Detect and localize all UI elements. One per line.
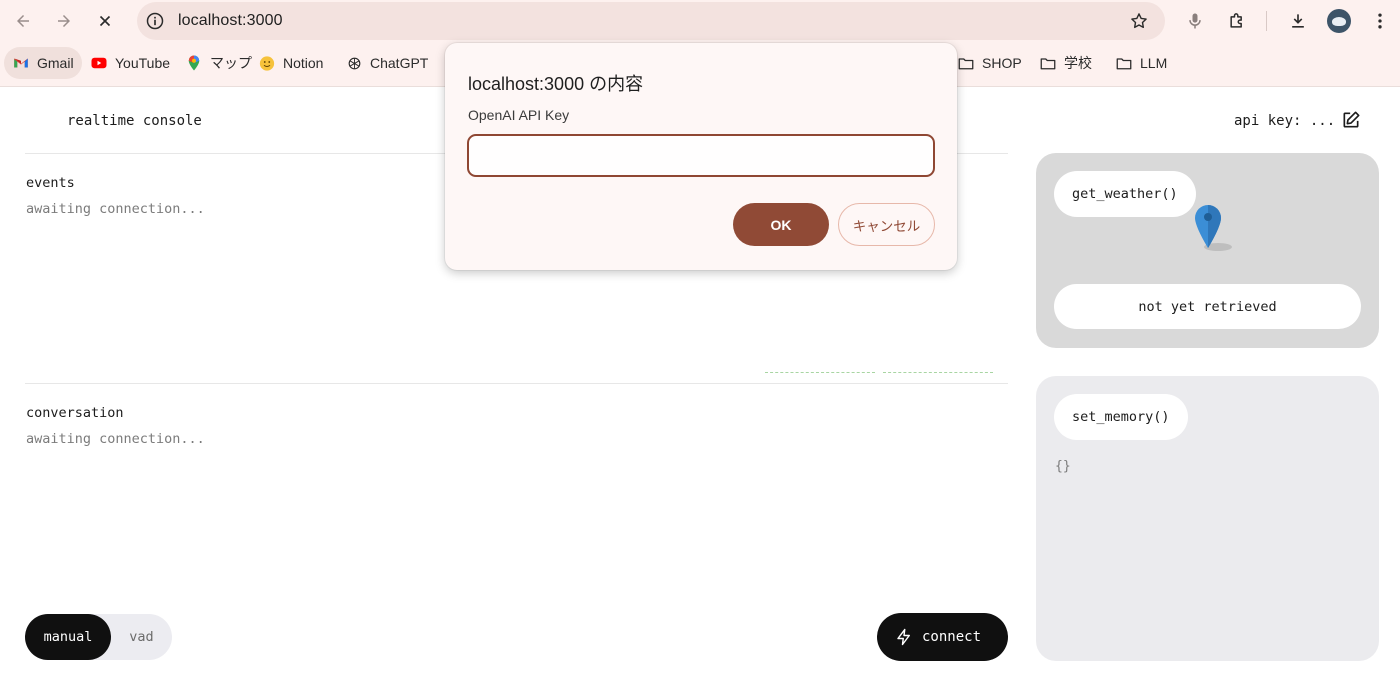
server-visualization <box>883 372 993 373</box>
mode-manual[interactable]: manual <box>25 614 111 660</box>
profile-avatar[interactable] <box>1327 9 1351 33</box>
microphone-icon <box>1189 13 1201 29</box>
api-key-input[interactable] <box>467 134 935 177</box>
arrow-left-icon <box>17 15 29 27</box>
memory-function-tag: set_memory() <box>1054 394 1188 440</box>
memory-card: set_memory() {} <box>1036 376 1379 661</box>
bookmark-label: SHOP <box>982 55 1022 71</box>
address-url[interactable]: localhost:3000 <box>178 12 283 30</box>
divider <box>25 383 1008 384</box>
extensions-button[interactable] <box>1226 10 1248 32</box>
bookmark-maps[interactable]: マップ <box>185 47 252 79</box>
forward-button[interactable] <box>49 6 79 36</box>
folder-icon <box>1115 54 1133 72</box>
maps-icon <box>185 54 203 72</box>
folder-icon <box>957 54 975 72</box>
youtube-icon <box>90 54 108 72</box>
chatgpt-icon <box>345 54 363 72</box>
api-key-label: api key: ... <box>1234 113 1336 129</box>
bookmark-folder-shop[interactable]: SHOP <box>957 47 1022 79</box>
memory-json: {} <box>1055 459 1071 474</box>
bookmark-label: Gmail <box>37 55 74 71</box>
bookmark-folder-llm[interactable]: LLM <box>1115 47 1167 79</box>
voice-search-button[interactable] <box>1184 10 1206 32</box>
client-visualization <box>765 372 875 373</box>
bookmark-label: 学校 <box>1064 55 1092 71</box>
mode-toggle[interactable]: manual vad <box>25 614 172 660</box>
bookmark-star-icon[interactable] <box>1129 11 1149 31</box>
audio-visualization <box>765 372 993 376</box>
toolbar-separator <box>1266 11 1267 31</box>
puzzle-icon <box>1230 13 1242 28</box>
map-pin-icon <box>1195 205 1232 251</box>
arrow-right-icon <box>58 15 70 27</box>
events-label: events <box>26 175 75 191</box>
download-icon <box>1292 14 1304 28</box>
bookmark-notion[interactable]: Notion <box>258 47 323 79</box>
bookmark-label: マップ <box>210 55 252 71</box>
cancel-button[interactable]: キャンセル <box>838 203 935 246</box>
weather-card: get_weather() not yet retrieved <box>1036 153 1379 348</box>
address-bar[interactable]: localhost:3000 <box>137 2 1165 40</box>
dialog-title: localhost:3000 の内容 <box>468 74 644 94</box>
bookmark-chatgpt[interactable]: ChatGPT <box>345 47 428 79</box>
edit-icon[interactable] <box>1341 110 1361 130</box>
more-vert-icon <box>1378 13 1382 29</box>
browser-toolbar: localhost:3000 <box>0 0 1400 42</box>
weather-status: not yet retrieved <box>1054 284 1361 329</box>
bookmark-folder-school[interactable]: 学校 <box>1039 47 1092 79</box>
stop-loading-button[interactable] <box>90 6 120 36</box>
bookmark-label: YouTube <box>115 55 171 71</box>
dialog-message: OpenAI API Key <box>468 107 570 123</box>
bookmark-gmail[interactable]: Gmail <box>4 47 82 79</box>
browser-menu-button[interactable] <box>1369 10 1391 32</box>
ok-button[interactable]: OK <box>733 203 829 246</box>
gmail-icon <box>12 54 30 72</box>
bookmark-label: LLM <box>1140 55 1168 71</box>
app-title: realtime console <box>67 113 202 129</box>
mode-vad[interactable]: vad <box>111 614 172 660</box>
close-icon <box>99 15 111 27</box>
connect-button[interactable]: connect <box>877 613 1008 661</box>
connect-label: connect <box>922 629 982 645</box>
folder-icon <box>1039 54 1057 72</box>
info-icon[interactable] <box>145 11 165 31</box>
downloads-button[interactable] <box>1287 10 1309 32</box>
bookmark-youtube[interactable]: YouTube <box>90 47 170 79</box>
conversation-status: awaiting connection... <box>26 431 205 447</box>
weather-function-tag: get_weather() <box>1054 171 1196 217</box>
bookmark-label: Notion <box>283 55 324 71</box>
prompt-dialog: localhost:3000 の内容 OpenAI API Key OK キャン… <box>445 43 957 270</box>
zap-icon <box>897 628 910 646</box>
notion-icon <box>258 54 276 72</box>
back-button[interactable] <box>8 6 38 36</box>
bookmark-label: ChatGPT <box>370 55 429 71</box>
events-status: awaiting connection... <box>26 201 205 217</box>
conversation-label: conversation <box>26 405 124 421</box>
